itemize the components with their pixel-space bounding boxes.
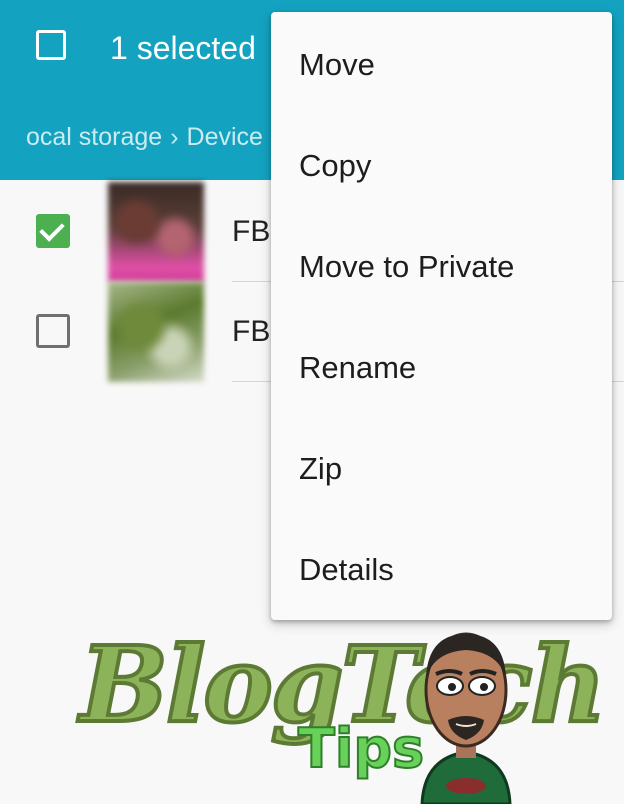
file-thumbnail: [108, 182, 204, 282]
select-all-checkbox[interactable]: [36, 30, 66, 60]
file-name: FB: [232, 215, 271, 248]
menu-item-zip[interactable]: Zip: [271, 418, 612, 519]
file-checkbox[interactable]: [36, 314, 70, 348]
breadcrumb-item-device[interactable]: Device: [187, 123, 263, 151]
menu-item-rename[interactable]: Rename: [271, 317, 612, 418]
file-checkbox-checked[interactable]: [36, 214, 70, 248]
menu-item-copy[interactable]: Copy: [271, 115, 612, 216]
selected-count-label: 1 selected: [110, 30, 256, 66]
mascot-avatar-icon: [420, 632, 512, 804]
overflow-menu: Move Copy Move to Private Rename Zip Det…: [271, 12, 612, 620]
file-thumbnail: [108, 282, 204, 382]
chevron-right-icon: ›: [170, 123, 179, 151]
breadcrumb-item-local-storage[interactable]: ocal storage: [26, 123, 162, 151]
watermark-subtitle: Tips: [297, 716, 425, 781]
breadcrumb: ocal storage › Device: [26, 120, 263, 154]
menu-item-move[interactable]: Move: [271, 14, 612, 115]
menu-item-details[interactable]: Details: [271, 519, 612, 620]
menu-item-move-to-private[interactable]: Move to Private: [271, 216, 612, 317]
file-name: FB: [232, 315, 271, 348]
